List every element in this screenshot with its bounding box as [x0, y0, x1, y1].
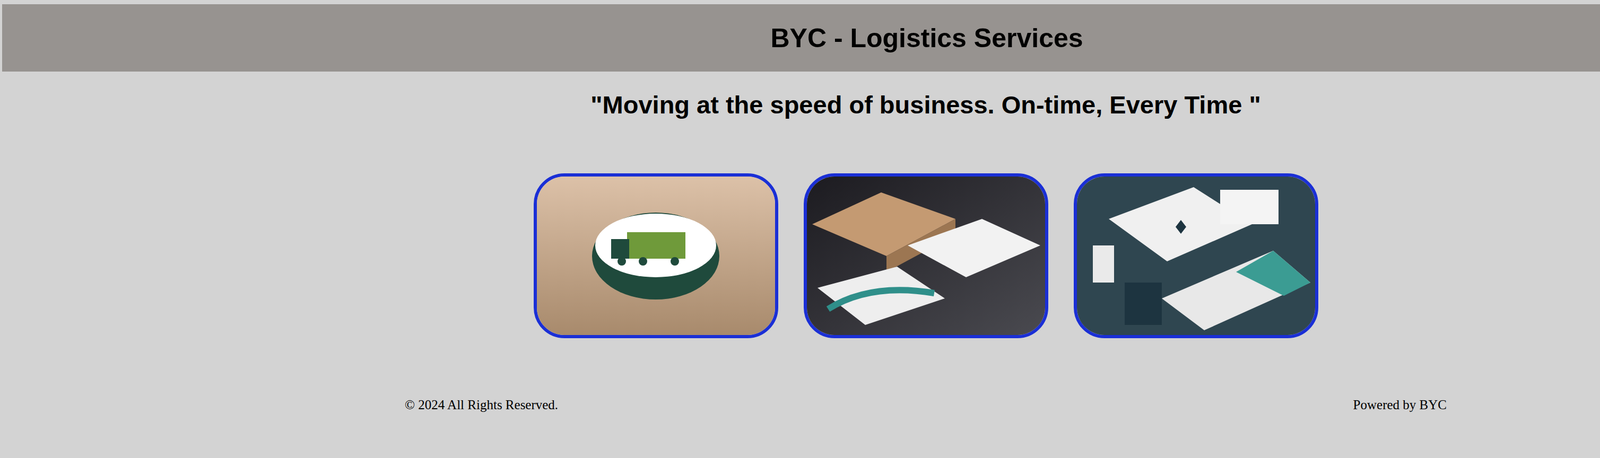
tagline: "Moving at the speed of business. On-tim…: [251, 87, 1600, 123]
service-image[interactable]: [1073, 173, 1319, 339]
page-title: BYC - Logistics Services: [253, 22, 1600, 54]
main-content: "Moving at the speed of business. On-tim…: [0, 87, 1600, 413]
header-bar: BYC - Logistics Services: [2, 4, 1600, 72]
footer: © 2024 All Rights Reserved. Powered by BY…: [404, 397, 1447, 413]
powered-by-text: Powered by BYC: [1353, 397, 1447, 413]
copyright-text: © 2024 All Rights Reserved.: [404, 397, 559, 413]
image-gallery: [251, 173, 1600, 339]
service-image[interactable]: [803, 173, 1049, 339]
service-image[interactable]: [533, 173, 779, 339]
